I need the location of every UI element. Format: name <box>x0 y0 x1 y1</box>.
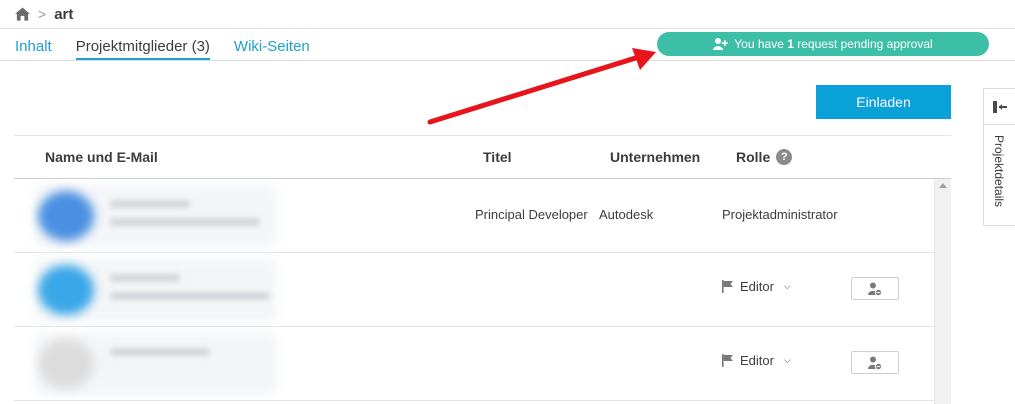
breadcrumb-separator: > <box>38 6 47 22</box>
member-title: Principal Developer <box>475 207 588 222</box>
redacted-email <box>110 349 210 355</box>
redacted-name <box>110 275 180 281</box>
table-scrollbar[interactable] <box>934 179 951 404</box>
tab-projektmitglieder[interactable]: Projektmitglieder (3) <box>75 38 210 60</box>
member-role: Projektadministrator <box>722 207 838 222</box>
annotation-arrow <box>427 48 656 125</box>
collapse-panel-button[interactable] <box>984 89 1015 125</box>
breadcrumb: > art <box>15 4 73 24</box>
avatar <box>38 339 94 389</box>
header-title[interactable]: Titel <box>483 149 512 165</box>
pending-approval-banner[interactable]: You have 1 request pending approval <box>657 32 989 56</box>
table-row: Editor ⌵ <box>14 327 934 401</box>
flag-icon <box>722 354 733 367</box>
role-label: Editor <box>740 353 774 368</box>
avatar <box>38 265 94 315</box>
header-role[interactable]: Rolle ? <box>736 149 793 165</box>
redacted-email <box>110 219 260 225</box>
scroll-up-icon[interactable] <box>939 183 947 188</box>
member-company: Autodesk <box>599 207 654 222</box>
table-row: Editor ⌵ <box>14 253 934 327</box>
header-name[interactable]: Name und E-Mail <box>45 149 158 165</box>
table-header: Name und E-Mail Titel Unternehmen Rolle … <box>14 136 951 179</box>
remove-member-button[interactable] <box>851 351 899 374</box>
help-icon[interactable]: ? <box>776 149 793 165</box>
members-table-body: Principal Developer Autodesk Projektadmi… <box>14 179 951 404</box>
table-row: Principal Developer Autodesk Projektadmi… <box>14 179 934 253</box>
chevron-down-icon: ⌵ <box>783 281 791 291</box>
chevron-down-icon: ⌵ <box>783 355 791 365</box>
project-details-label: Projektdetails <box>992 135 1006 208</box>
breadcrumb-divider <box>0 28 1015 29</box>
project-details-panel[interactable]: Projektdetails <box>983 88 1015 226</box>
role-dropdown[interactable]: Editor ⌵ <box>722 353 791 368</box>
flag-icon <box>722 280 733 293</box>
pending-text: You have 1 request pending approval <box>734 37 933 51</box>
remove-user-icon <box>868 356 882 370</box>
header-company[interactable]: Unternehmen <box>610 149 700 165</box>
breadcrumb-current: art <box>54 5 74 23</box>
redacted-name <box>110 201 190 207</box>
header-role-label: Rolle <box>736 149 771 165</box>
collapse-panel-icon <box>992 100 1007 113</box>
redacted-email <box>110 293 270 299</box>
home-icon[interactable] <box>15 7 30 21</box>
remove-user-icon <box>868 282 882 296</box>
tab-inhalt[interactable]: Inhalt <box>15 38 52 60</box>
role-label: Editor <box>740 279 774 294</box>
user-plus-icon <box>713 38 729 50</box>
remove-member-button[interactable] <box>851 277 899 300</box>
tab-wiki-seiten[interactable]: Wiki-Seiten <box>234 38 310 60</box>
tab-bar: Inhalt Projektmitglieder (3) Wiki-Seiten <box>15 38 310 60</box>
invite-button[interactable]: Einladen <box>816 85 951 119</box>
role-dropdown[interactable]: Editor ⌵ <box>722 279 791 294</box>
avatar <box>38 191 94 241</box>
project-details-tab[interactable]: Projektdetails <box>990 135 1010 221</box>
